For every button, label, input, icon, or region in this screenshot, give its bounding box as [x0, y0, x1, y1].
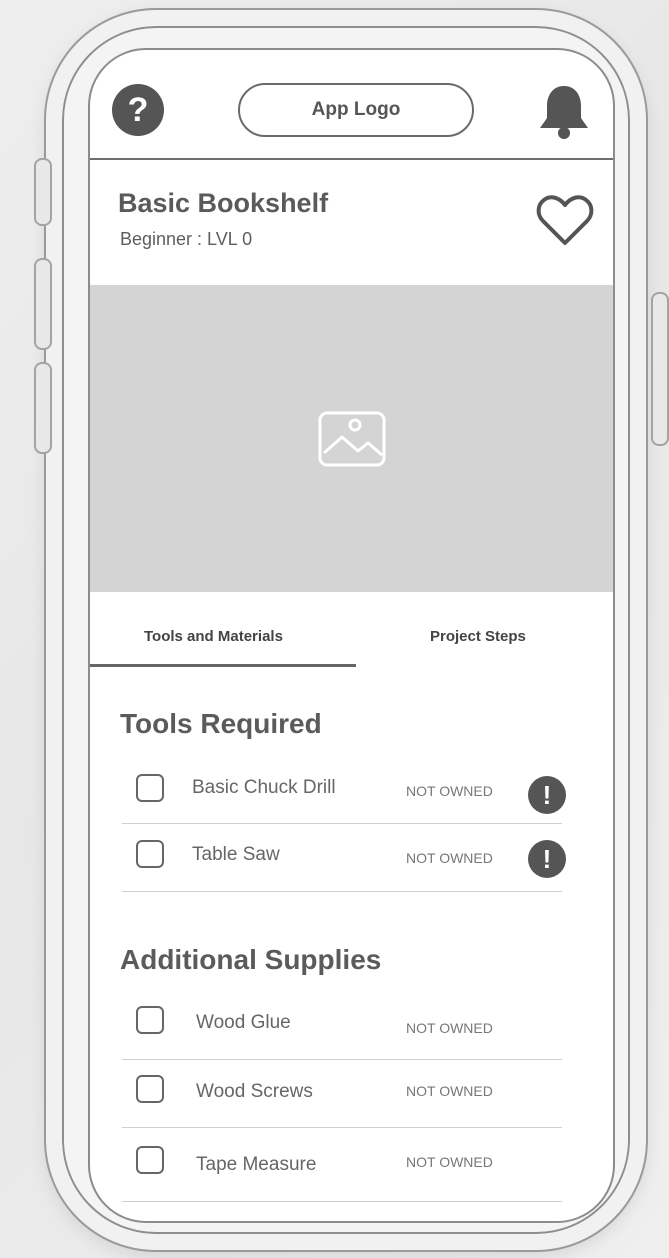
- app-logo[interactable]: App Logo: [238, 83, 474, 137]
- warning-icon[interactable]: !: [528, 840, 566, 878]
- help-icon[interactable]: ?: [112, 84, 164, 136]
- item-checkbox[interactable]: [136, 774, 164, 802]
- item-status: NOT OWNED: [406, 850, 493, 866]
- item-status: NOT OWNED: [406, 1083, 493, 1099]
- tab-tools-and-materials[interactable]: Tools and Materials: [144, 628, 283, 645]
- item-name: Tape Measure: [196, 1154, 317, 1175]
- image-placeholder-icon: [318, 411, 386, 467]
- phone-power-button: [651, 292, 669, 446]
- warning-icon[interactable]: !: [528, 776, 566, 814]
- item-name: Wood Glue: [196, 1012, 291, 1033]
- notification-bell-icon[interactable]: [536, 82, 592, 140]
- list-item: Tape Measure NOT OWNED: [122, 1128, 562, 1202]
- active-tab-indicator: [90, 664, 356, 667]
- item-checkbox[interactable]: [136, 840, 164, 868]
- item-checkbox[interactable]: [136, 1146, 164, 1174]
- phone-side-button: [34, 158, 52, 226]
- item-name: Basic Chuck Drill: [192, 777, 336, 798]
- list-item: Table Saw NOT OWNED !: [122, 824, 566, 892]
- list-item: Basic Chuck Drill NOT OWNED !: [122, 756, 566, 824]
- additional-supplies-heading: Additional Supplies: [120, 944, 382, 975]
- item-status: NOT OWNED: [406, 1020, 493, 1036]
- item-checkbox[interactable]: [136, 1006, 164, 1034]
- app-header: ? App Logo: [90, 50, 613, 160]
- item-status: NOT OWNED: [406, 1154, 493, 1170]
- project-title-area: Basic Bookshelf Beginner : LVL 0: [90, 158, 613, 285]
- project-image-placeholder: [90, 285, 613, 592]
- tab-project-steps[interactable]: Project Steps: [430, 628, 526, 645]
- app-screen: ? App Logo Basic Bookshelf Beginner : LV…: [88, 48, 615, 1223]
- item-name: Table Saw: [192, 844, 280, 865]
- phone-volume-up-button: [34, 258, 52, 350]
- tab-bar: Tools and Materials Project Steps: [90, 592, 613, 682]
- project-level: Beginner : LVL 0: [120, 229, 253, 249]
- list-item: Wood Screws NOT OWNED: [122, 1060, 562, 1128]
- item-name: Wood Screws: [196, 1081, 313, 1102]
- list-item: Wood Glue NOT OWNED: [122, 992, 562, 1060]
- item-status: NOT OWNED: [406, 783, 493, 799]
- project-title: Basic Bookshelf: [118, 188, 329, 218]
- tools-required-heading: Tools Required: [120, 708, 322, 739]
- item-checkbox[interactable]: [136, 1075, 164, 1103]
- favorite-heart-icon[interactable]: [536, 194, 594, 248]
- phone-volume-down-button: [34, 362, 52, 454]
